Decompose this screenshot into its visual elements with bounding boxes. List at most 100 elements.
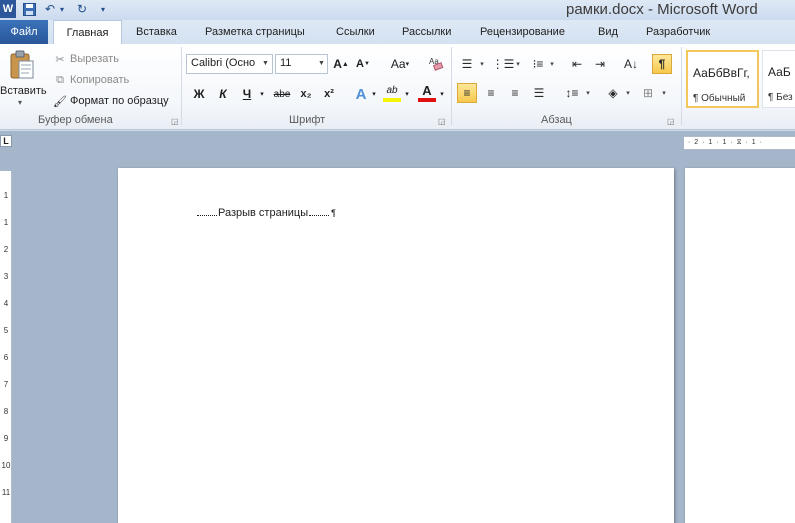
borders-dropdown-icon[interactable]: ▾ [660, 83, 668, 103]
ruler-number: 2 [3, 245, 9, 254]
horizontal-ruler[interactable]: · 2 · 1 · 1 · ⧖ · 1 · [684, 136, 795, 150]
paste-button[interactable]: Вставить ▾ [0, 48, 47, 108]
undo-icon[interactable]: ↶ [43, 1, 57, 17]
window-title: рамки.docx - Microsoft Word [566, 1, 758, 18]
show-formatting-marks-button[interactable]: ¶ [652, 54, 672, 74]
copy-label: Копировать [70, 74, 130, 86]
styles-gallery: АаБбВвГг, ¶ Обычный АаБ ¶ Без и [684, 48, 795, 112]
paste-label: Вставить [0, 85, 47, 97]
paste-dropdown-icon[interactable]: ▾ [18, 98, 22, 107]
clear-formatting-icon[interactable]: Aa [427, 53, 445, 73]
ruler-number: 9 [3, 434, 9, 443]
paintbrush-icon: 🖌 [53, 95, 67, 108]
copy-icon: ⧉ [56, 73, 64, 86]
customize-quick-access-icon[interactable]: ▾ [98, 1, 108, 17]
underline-button[interactable]: Ч [238, 84, 256, 104]
bold-button[interactable]: Ж [191, 84, 207, 104]
grow-font-icon: A [333, 57, 342, 71]
decrease-indent-icon[interactable]: ⇤ [567, 54, 587, 74]
dotted-line [309, 210, 330, 216]
document-page-next[interactable] [685, 168, 795, 523]
numbering-dropdown-icon[interactable]: ▾ [514, 54, 522, 74]
tab-home[interactable]: Главная [53, 20, 122, 45]
grow-font-button[interactable]: A ▲ [332, 54, 350, 74]
ruler-number: 1 [3, 218, 9, 227]
ruler-number: 1 [3, 191, 9, 200]
bullets-icon[interactable]: ☰ [457, 54, 477, 74]
paragraph-dialog-launcher-icon[interactable]: ◲ [667, 117, 675, 126]
format-painter-button[interactable]: 🖌 Формат по образцу [52, 91, 169, 111]
align-center-icon[interactable]: ≡ [481, 83, 501, 103]
highlight-dropdown-icon[interactable]: ▾ [403, 84, 411, 104]
superscript-button[interactable]: x² [320, 84, 338, 104]
font-color-dropdown-icon[interactable]: ▾ [438, 84, 446, 104]
font-name-combobox[interactable]: Calibri (Осно [186, 54, 273, 74]
redo-icon[interactable]: ↻ [75, 1, 89, 17]
clipboard-dialog-launcher-icon[interactable]: ◲ [171, 117, 179, 126]
tab-view[interactable]: Вид [598, 20, 618, 44]
align-left-icon[interactable]: ≡ [457, 83, 477, 103]
align-right-icon[interactable]: ≡ [505, 83, 525, 103]
borders-icon[interactable]: ⊞ [638, 83, 658, 103]
undo-dropdown-icon[interactable]: ▾ [58, 1, 66, 17]
line-spacing-dropdown-icon[interactable]: ▾ [584, 83, 592, 103]
copy-button[interactable]: ⧉ Копировать [52, 70, 129, 90]
cut-button[interactable]: ✂ Вырезать [52, 49, 119, 69]
ruler-number: 3 [3, 272, 9, 281]
strikethrough-button[interactable]: abe [271, 84, 293, 104]
group-divider [181, 47, 182, 125]
ruler-number: 5 [3, 326, 9, 335]
style-name: ¶ Обычный [693, 93, 746, 104]
text-effects-button[interactable]: A [353, 84, 369, 104]
font-name-dropdown-icon[interactable]: ▼ [262, 60, 269, 67]
numbering-icon[interactable]: ⋮☰ [492, 54, 515, 74]
change-case-button[interactable]: Aa ▾ [386, 54, 414, 74]
font-color-button[interactable]: A [418, 82, 436, 102]
save-icon[interactable] [21, 1, 37, 17]
tab-page-layout[interactable]: Разметка страницы [205, 20, 305, 44]
tab-review[interactable]: Рецензирование [480, 20, 565, 44]
shading-dropdown-icon[interactable]: ▾ [624, 83, 632, 103]
page-break-marker[interactable]: Разрыв страницы ¶ [196, 207, 336, 219]
tab-developer[interactable]: Разработчик [646, 20, 710, 44]
text-effects-dropdown-icon[interactable]: ▾ [370, 84, 378, 104]
document-page[interactable]: Разрыв страницы ¶ [118, 168, 674, 523]
tab-mailings[interactable]: Рассылки [402, 20, 451, 44]
increase-indent-icon[interactable]: ⇥ [590, 54, 610, 74]
justify-icon[interactable]: ☰ [529, 83, 549, 103]
clipboard-group-label: Буфер обмена [38, 114, 113, 126]
highlight-color-button[interactable]: ab [383, 82, 401, 102]
style-name: ¶ Без и [768, 92, 795, 103]
tab-file[interactable]: Файл [0, 20, 48, 44]
font-dialog-launcher-icon[interactable]: ◲ [438, 117, 446, 126]
style-no-spacing[interactable]: АаБ ¶ Без и [762, 50, 795, 108]
style-normal[interactable]: АаБбВвГг, ¶ Обычный [686, 50, 759, 108]
subscript-button[interactable]: x₂ [297, 84, 315, 104]
document-workspace[interactable]: L · 2 · 1 · 1 · ⧖ · 1 · 1 1 2 3 4 5 6 7 … [0, 131, 795, 523]
tab-references[interactable]: Ссылки [336, 20, 375, 44]
change-case-icon: Aa [390, 57, 406, 71]
shrink-font-button[interactable]: A ▼ [354, 54, 372, 74]
font-group-label: Шрифт [289, 114, 326, 126]
ruler-number: 7 [3, 380, 9, 389]
tab-selector[interactable]: L [0, 135, 12, 147]
font-size-dropdown-icon[interactable]: ▼ [318, 60, 325, 67]
italic-button[interactable]: К [215, 84, 231, 104]
line-spacing-icon[interactable]: ↕≡ [562, 83, 582, 103]
ribbon-tabs: Файл Главная Вставка Разметка страницы С… [0, 20, 795, 45]
clipboard-icon [8, 50, 36, 79]
tab-insert[interactable]: Вставка [136, 20, 177, 44]
multilevel-list-icon[interactable]: ⁝≡ [528, 54, 548, 74]
shading-icon[interactable]: ◈ [603, 83, 623, 103]
vertical-ruler[interactable]: 1 1 2 3 4 5 6 7 8 9 10 11 [0, 171, 12, 523]
ruler-number: 11 [1, 488, 11, 497]
dotted-line [197, 210, 217, 216]
group-divider [681, 47, 682, 125]
cut-label: Вырезать [70, 53, 119, 65]
word-app-icon[interactable]: W [0, 0, 16, 18]
ruler-number: 6 [3, 353, 9, 362]
bullets-dropdown-icon[interactable]: ▾ [478, 54, 486, 74]
sort-icon[interactable]: A↓ [621, 54, 641, 74]
underline-dropdown-icon[interactable]: ▾ [258, 84, 266, 104]
multilevel-list-dropdown-icon[interactable]: ▾ [548, 54, 556, 74]
